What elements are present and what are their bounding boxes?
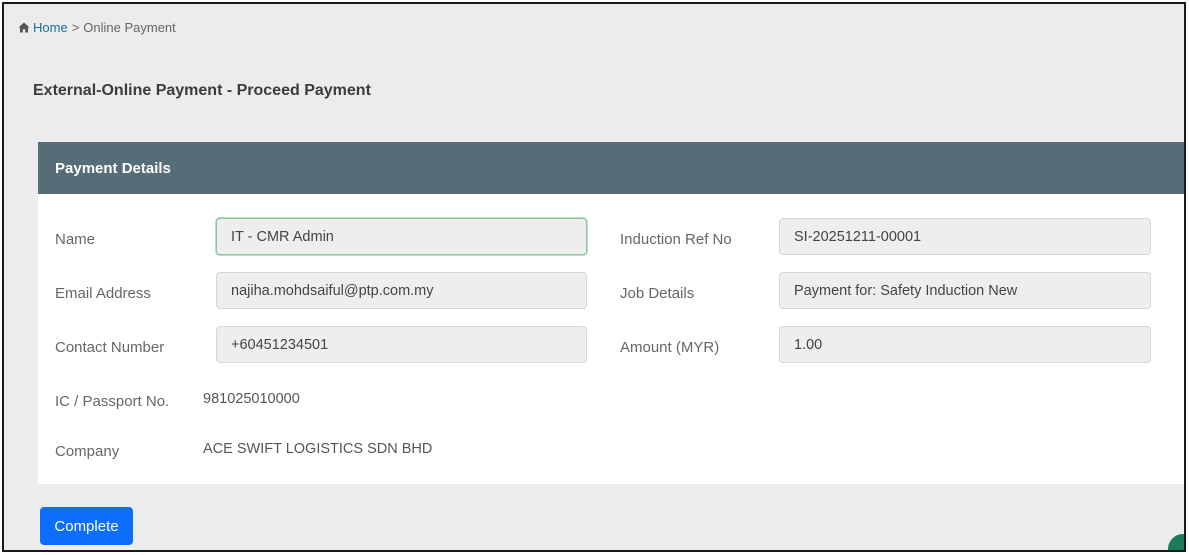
email-field[interactable]	[216, 272, 587, 309]
breadcrumb-separator: >	[71, 20, 80, 35]
induction-ref-label: Induction Ref No	[620, 231, 732, 248]
chat-widget-icon[interactable]	[1168, 534, 1184, 550]
job-details-label: Job Details	[620, 285, 695, 302]
name-field[interactable]	[216, 218, 587, 255]
payment-details-panel: Payment Details Name Email Address Conta…	[38, 142, 1184, 484]
complete-button[interactable]: Complete	[40, 507, 133, 545]
home-icon	[18, 22, 30, 33]
company-label: Company	[55, 443, 120, 460]
breadcrumb: Home > Online Payment	[18, 20, 176, 35]
panel-title: Payment Details	[55, 159, 171, 177]
email-label: Email Address	[55, 285, 151, 302]
company-value: ACE SWIFT LOGISTICS SDN BHD	[203, 441, 433, 457]
page-title: External-Online Payment - Proceed Paymen…	[33, 82, 371, 99]
breadcrumb-home-label: Home	[33, 20, 68, 35]
breadcrumb-current: Online Payment	[83, 20, 176, 35]
amount-label: Amount (MYR)	[620, 339, 720, 356]
job-details-field[interactable]	[779, 272, 1151, 309]
app-frame: Home > Online Payment External-Online Pa…	[2, 2, 1186, 552]
induction-ref-field[interactable]	[779, 218, 1151, 255]
ic-passport-label: IC / Passport No.	[55, 393, 170, 410]
breadcrumb-home-link[interactable]: Home	[18, 20, 68, 35]
name-label: Name	[55, 231, 96, 248]
panel-header: Payment Details	[38, 142, 1184, 194]
amount-field[interactable]	[779, 326, 1151, 363]
contact-number-label: Contact Number	[55, 339, 165, 356]
ic-passport-value: 981025010000	[203, 391, 300, 407]
contact-number-field[interactable]	[216, 326, 587, 363]
